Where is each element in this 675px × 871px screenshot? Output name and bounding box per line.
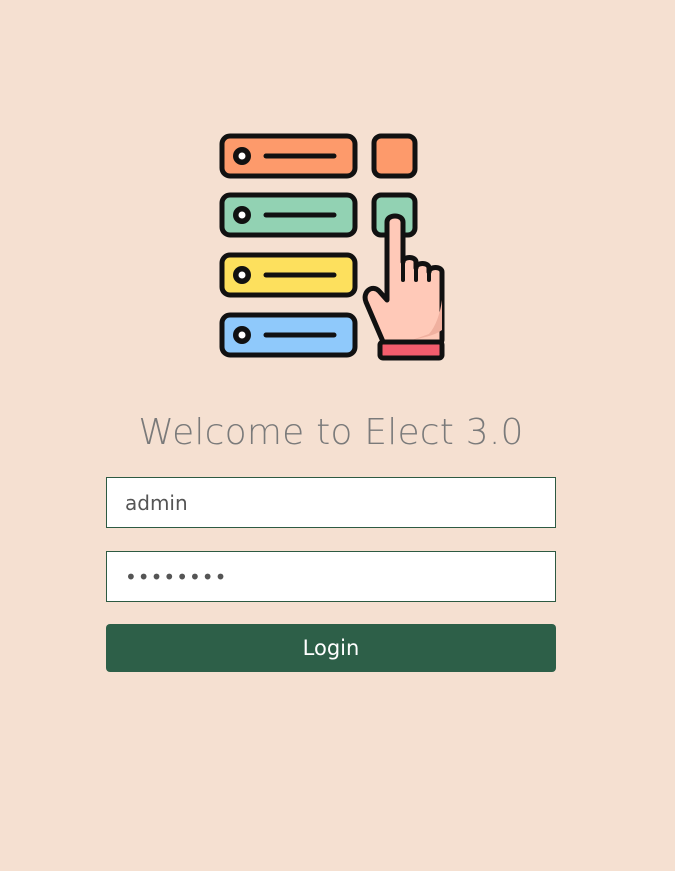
page-title: Welcome to Elect 3.0 <box>138 412 524 453</box>
password-input[interactable] <box>106 551 556 602</box>
username-input[interactable] <box>106 477 556 528</box>
login-button[interactable]: Login <box>106 624 556 672</box>
voting-list-hand-icon <box>219 133 445 361</box>
